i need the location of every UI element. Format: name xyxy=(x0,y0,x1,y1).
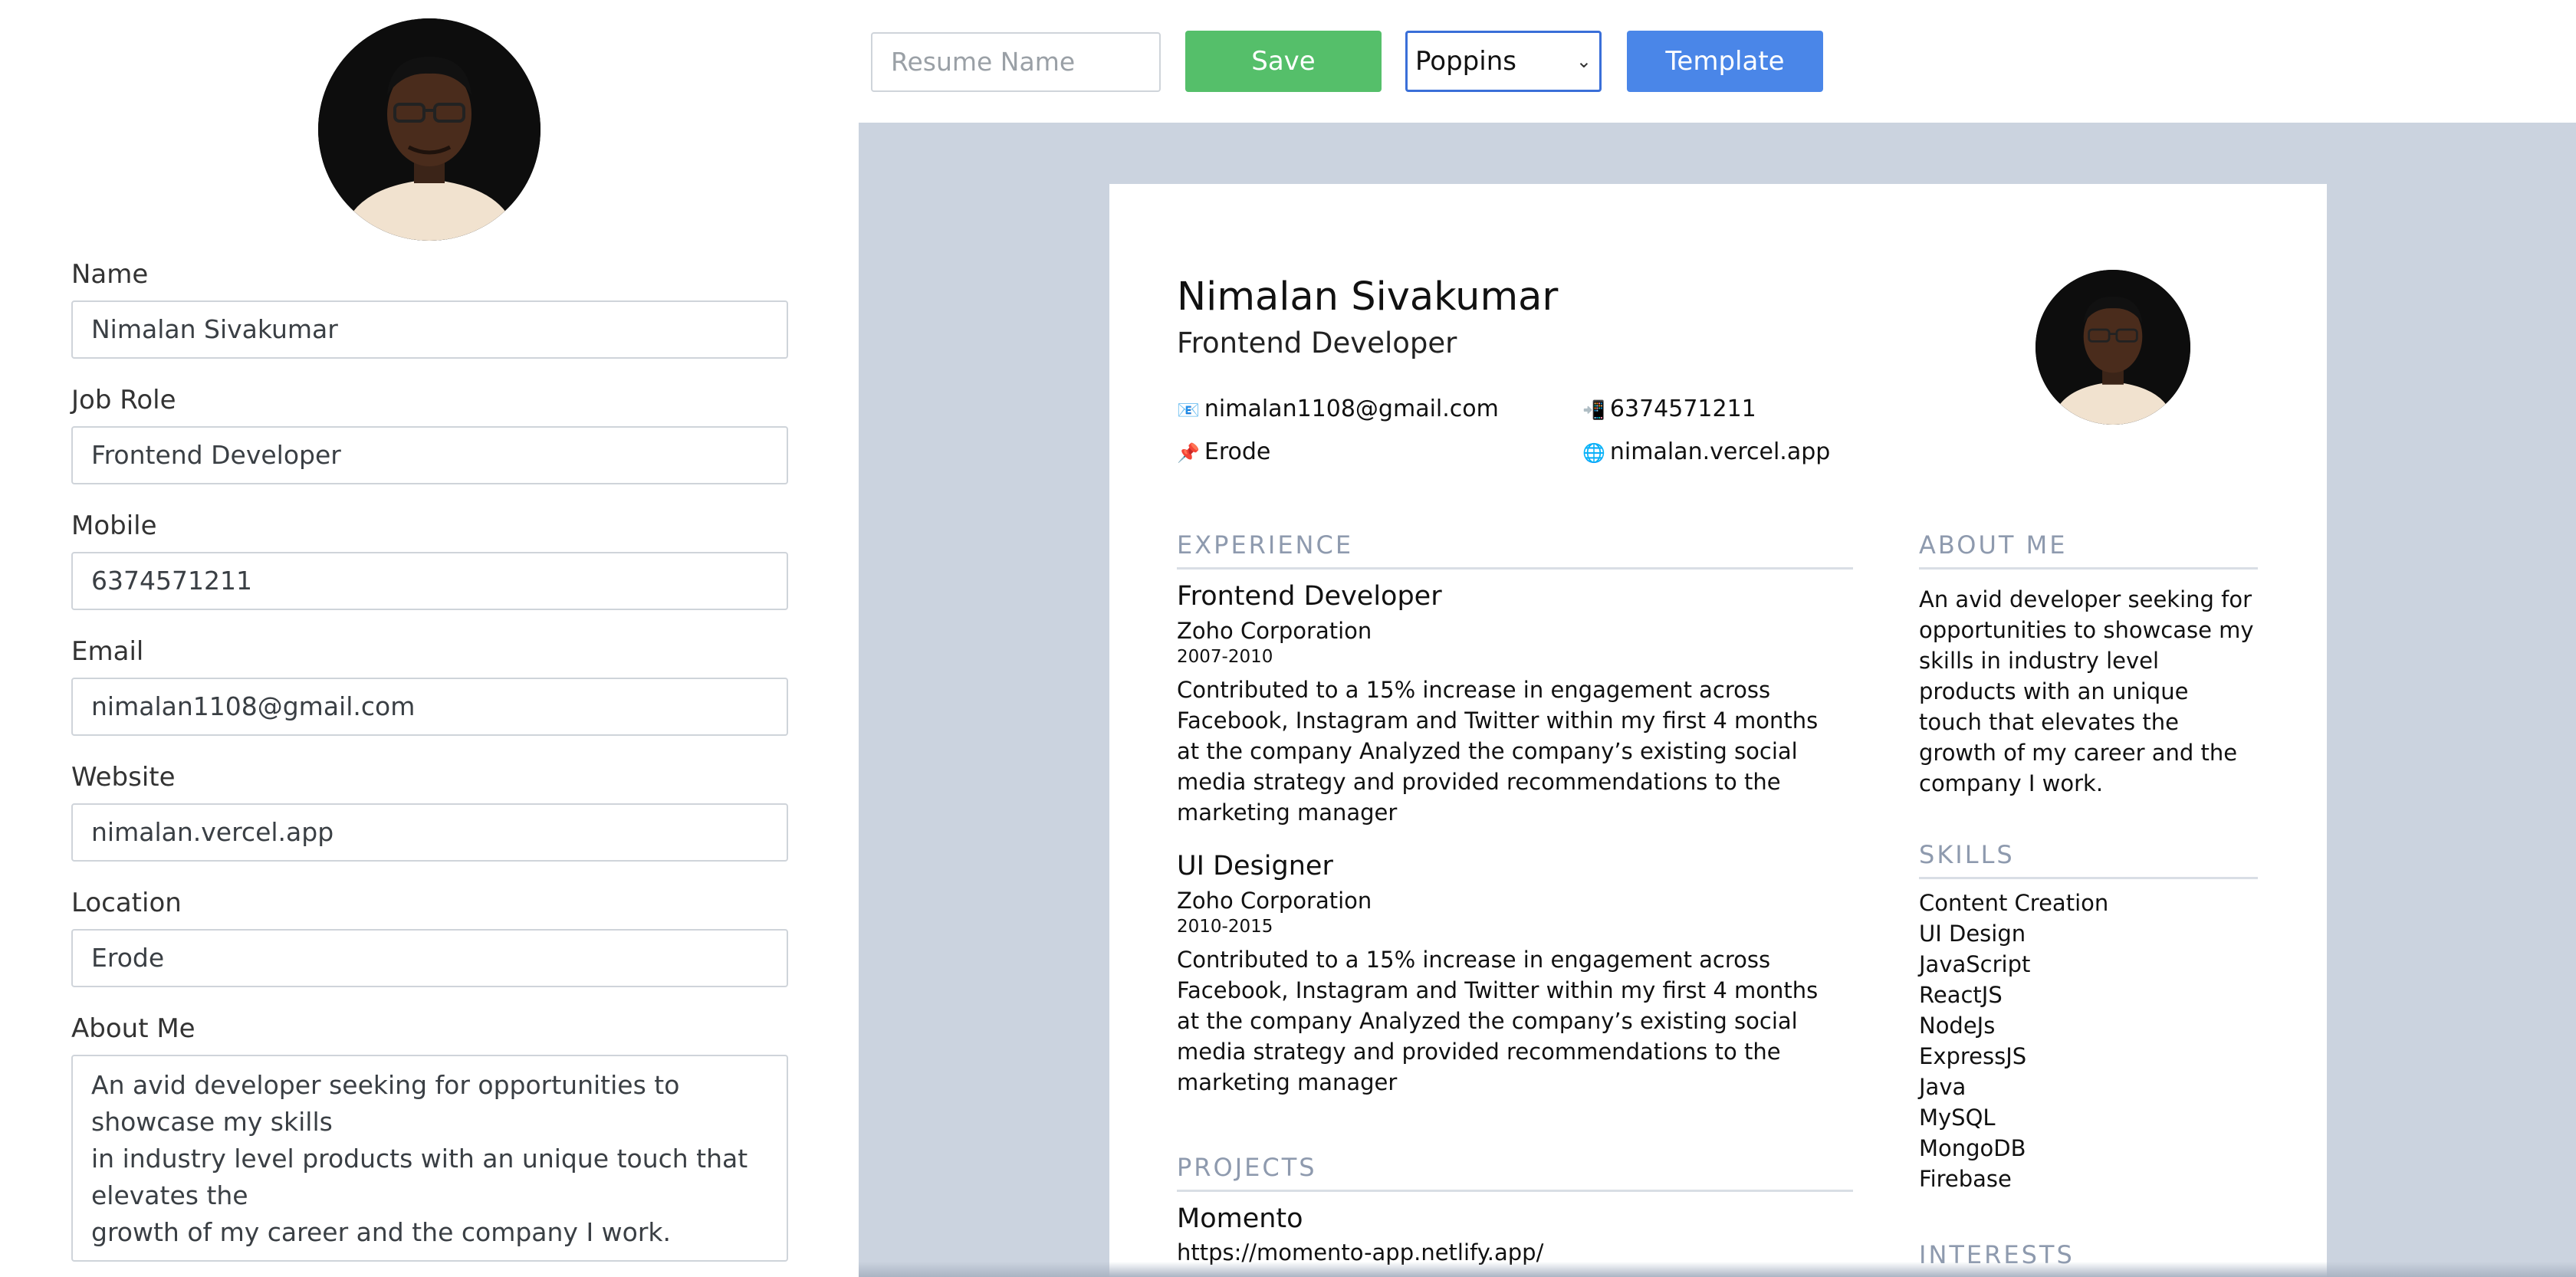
resume-page: Nimalan Sivakumar Frontend Developer 📧 ni… xyxy=(1109,184,2327,1277)
mobile-input[interactable]: 6374571211 xyxy=(71,552,788,610)
mobile-label: Mobile xyxy=(71,510,157,541)
mobile-group: Mobile 6374571211 xyxy=(71,507,788,610)
experience-2-company: Zoho Corporation xyxy=(1177,888,1372,914)
skill-item: UI Design xyxy=(1919,921,2026,947)
email-group: Email nimalan1108@gmail.com xyxy=(71,633,788,736)
about-me-heading: ABOUT ME xyxy=(1919,530,2258,570)
experience-1-company: Zoho Corporation xyxy=(1177,618,1372,644)
profile-photo[interactable] xyxy=(318,18,540,241)
skills-list: Content Creation UI Design JavaScript Re… xyxy=(1919,888,2108,1194)
skill-item: ExpressJS xyxy=(1919,1043,2027,1069)
resume-website: 🌐 nimalan.vercel.app xyxy=(1582,438,1830,465)
projects-heading: PROJECTS xyxy=(1177,1153,1853,1192)
about-group: About Me An avid developer seeking for o… xyxy=(71,1010,788,1262)
resume-website-text: nimalan.vercel.app xyxy=(1609,438,1831,465)
resume-location: 📌 Erode xyxy=(1177,438,1270,465)
resume-location-text: Erode xyxy=(1204,438,1271,465)
font-select[interactable]: Poppins ⌄ xyxy=(1405,31,1602,92)
job-role-group: Job Role Frontend Developer xyxy=(71,382,788,484)
resume-email-text: nimalan1108@gmail.com xyxy=(1204,396,1499,422)
location-label: Location xyxy=(71,888,182,918)
experience-1-dates: 2007-2010 xyxy=(1177,647,1273,667)
website-group: Website nimalan.vercel.app xyxy=(71,759,788,862)
mobile-phone-icon: 📲 xyxy=(1582,399,1605,421)
name-group: Name Nimalan Sivakumar xyxy=(71,256,788,359)
font-select-value: Poppins xyxy=(1415,46,1516,77)
skill-item: ReactJS xyxy=(1919,982,2003,1008)
resume-preview-area: Nimalan Sivakumar Frontend Developer 📧 ni… xyxy=(859,123,2576,1277)
resume-phone-text: 6374571211 xyxy=(1609,396,1756,422)
skill-item: Java xyxy=(1919,1074,1967,1100)
skill-item: Content Creation xyxy=(1919,890,2109,916)
website-label: Website xyxy=(71,762,176,793)
job-role-label: Job Role xyxy=(71,385,176,415)
toolbar: Resume Name Save Poppins ⌄ Template xyxy=(859,0,2576,123)
profile-photo-image xyxy=(318,18,540,241)
globe-icon: 🌐 xyxy=(1582,442,1605,464)
about-label: About Me xyxy=(71,1013,196,1044)
template-button[interactable]: Template xyxy=(1627,31,1823,92)
website-input[interactable]: nimalan.vercel.app xyxy=(71,803,788,862)
location-input[interactable]: Erode xyxy=(71,929,788,987)
resume-photo-image xyxy=(2036,270,2190,425)
resume-email: 📧 nimalan1108@gmail.com xyxy=(1177,396,1499,422)
envelope-icon: 📧 xyxy=(1177,399,1200,421)
email-input[interactable]: nimalan1108@gmail.com xyxy=(71,678,788,736)
skill-item: MySQL xyxy=(1919,1105,1996,1131)
chevron-down-icon: ⌄ xyxy=(1576,51,1592,72)
save-button[interactable]: Save xyxy=(1185,31,1382,92)
skill-item: Firebase xyxy=(1919,1166,2012,1192)
location-group: Location Erode xyxy=(71,885,788,987)
skill-item: MongoDB xyxy=(1919,1135,2026,1161)
resume-name: Nimalan Sivakumar xyxy=(1177,274,1559,320)
experience-2-dates: 2010-2015 xyxy=(1177,917,1273,937)
experience-1-description: Contributed to a 15% increase in engagem… xyxy=(1177,677,1819,826)
name-label: Name xyxy=(71,259,149,290)
email-label: Email xyxy=(71,636,144,667)
resume-photo xyxy=(2036,270,2190,425)
resume-role: Frontend Developer xyxy=(1177,327,1457,359)
experience-2-description: Contributed to a 15% increase in engagem… xyxy=(1177,947,1819,1095)
experience-heading: EXPERIENCE xyxy=(1177,530,1853,570)
name-input[interactable]: Nimalan Sivakumar xyxy=(71,300,788,359)
experience-2-title: UI Designer xyxy=(1177,851,1333,881)
resume-phone: 📲 6374571211 xyxy=(1582,396,1756,422)
resume-name-input[interactable]: Resume Name xyxy=(871,32,1161,92)
skills-heading: SKILLS xyxy=(1919,840,2258,879)
experience-1-title: Frontend Developer xyxy=(1177,581,1442,612)
skill-item: JavaScript xyxy=(1919,951,2031,977)
project-1-title: Momento xyxy=(1177,1203,1303,1234)
about-me-text: An avid developer seeking for opportunit… xyxy=(1919,586,2254,796)
pushpin-icon: 📌 xyxy=(1177,442,1200,464)
job-role-input[interactable]: Frontend Developer xyxy=(71,426,788,484)
about-textarea[interactable]: An avid developer seeking for opportunit… xyxy=(71,1055,788,1262)
skill-item: NodeJs xyxy=(1919,1013,1996,1039)
preview-bottom-shadow xyxy=(859,1262,2576,1277)
resume-form-panel: Name Nimalan Sivakumar Job Role Frontend… xyxy=(0,0,859,1277)
